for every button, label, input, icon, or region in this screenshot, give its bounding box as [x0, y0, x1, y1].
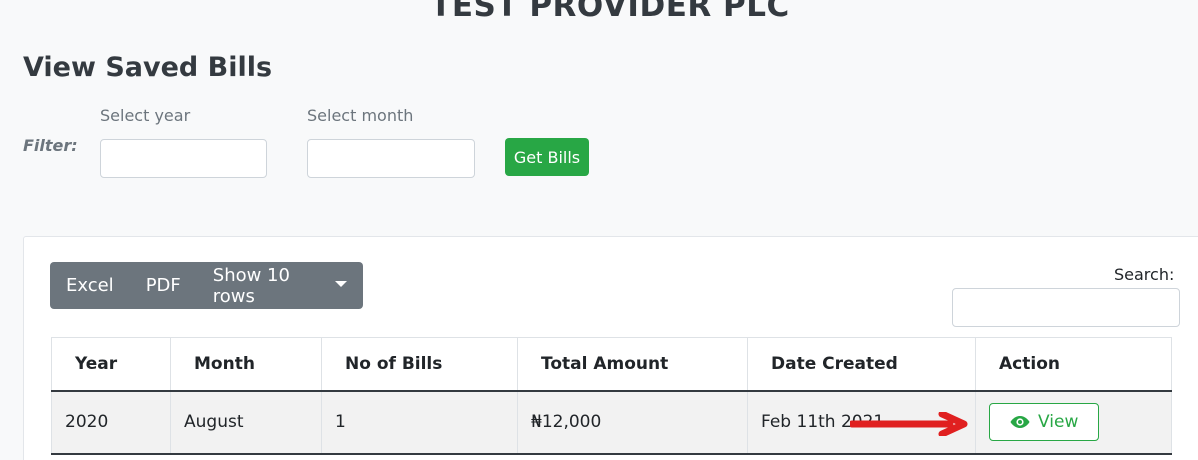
col-header-amount[interactable]: Total Amount [517, 337, 748, 392]
cell-year: 2020 [51, 390, 171, 455]
year-input[interactable] [100, 139, 267, 178]
pdf-button[interactable]: PDF [130, 262, 197, 309]
eye-icon [1010, 416, 1030, 428]
cell-amount: ₦12,000 [517, 390, 748, 455]
view-label: View [1038, 412, 1079, 432]
export-button-group: Excel PDF Show 10 rows [50, 262, 363, 309]
col-header-date[interactable]: Date Created [747, 337, 976, 392]
search-label: Search: [1114, 265, 1175, 284]
month-input[interactable] [307, 139, 475, 178]
cell-month: August [170, 390, 322, 455]
annotation-arrow [850, 412, 968, 436]
col-header-year[interactable]: Year [51, 337, 171, 392]
view-button[interactable]: View [989, 403, 1099, 441]
bills-table: Year Month No of Bills Total Amount Date… [51, 337, 1172, 455]
table-row: 2020 August 1 ₦12,000 Feb 11th 2021 View [51, 390, 1172, 455]
col-header-month[interactable]: Month [170, 337, 322, 392]
search-input[interactable] [952, 288, 1180, 327]
table-header-row: Year Month No of Bills Total Amount Date… [51, 337, 1172, 392]
show-rows-button[interactable]: Show 10 rows [197, 262, 363, 309]
caret-down-icon [335, 280, 347, 287]
get-bills-button[interactable]: Get Bills [505, 138, 589, 176]
month-label: Select month [307, 106, 414, 125]
filter-label: Filter: [23, 136, 78, 155]
page-title: View Saved Bills [23, 52, 273, 83]
year-label: Select year [100, 106, 191, 125]
cell-action: View [975, 390, 1172, 455]
cell-bills: 1 [321, 390, 518, 455]
company-title: TEST PROVIDER PLC [430, 0, 790, 24]
show-rows-label: Show 10 rows [212, 264, 290, 307]
excel-button[interactable]: Excel [50, 262, 130, 309]
col-header-bills[interactable]: No of Bills [321, 337, 518, 392]
col-header-action[interactable]: Action [975, 337, 1172, 392]
